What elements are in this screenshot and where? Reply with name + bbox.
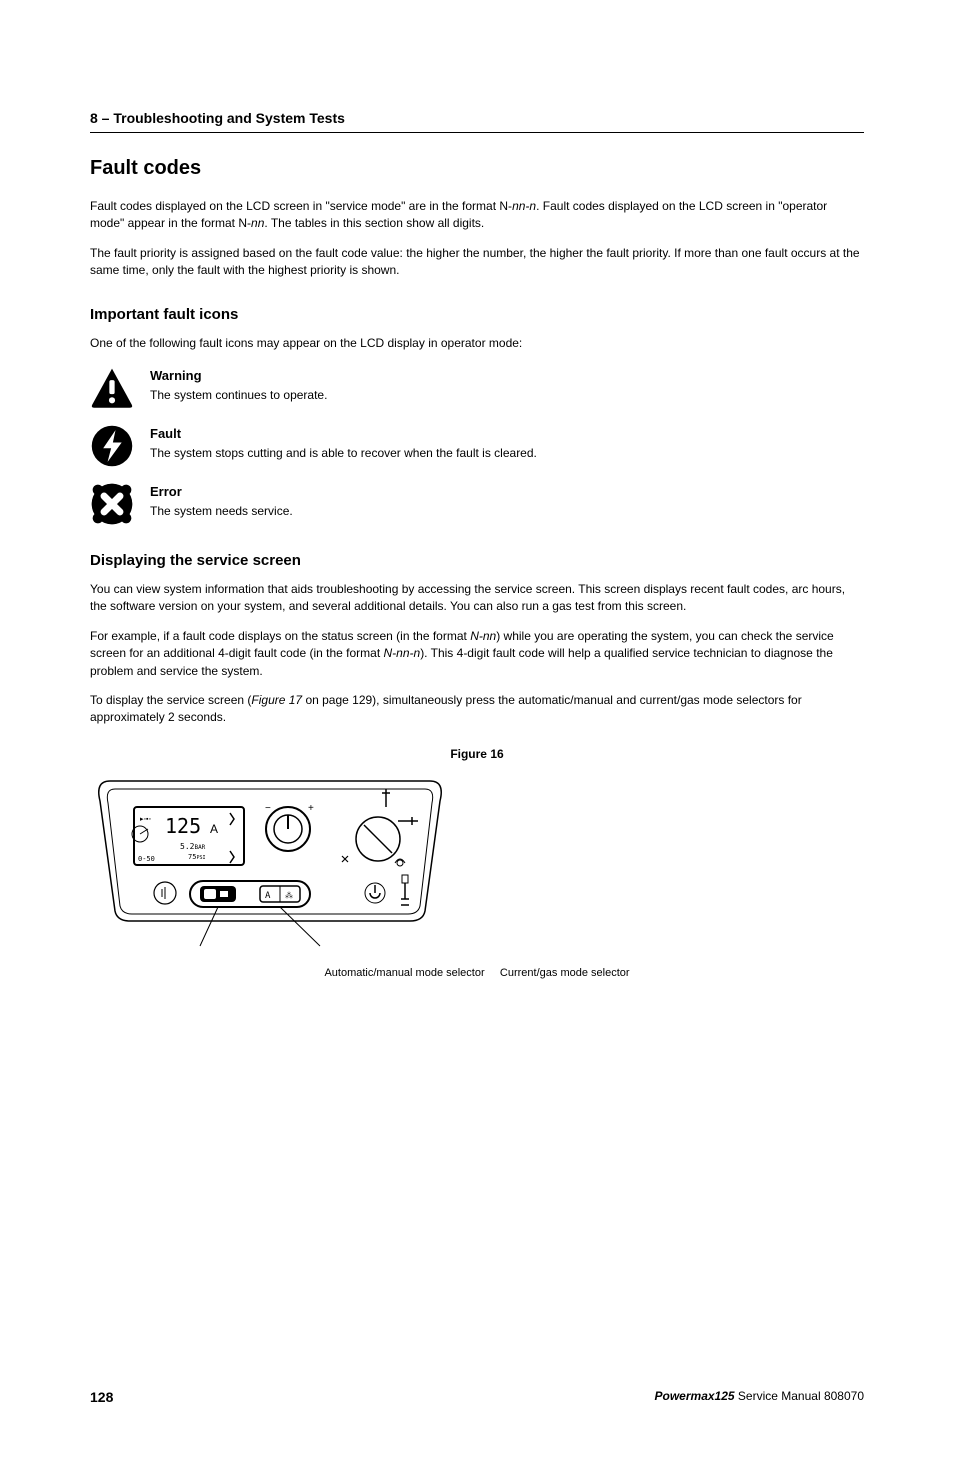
svg-text:A: A — [210, 822, 218, 836]
svg-text:▸◦▪◦: ▸◦▪◦ — [140, 816, 151, 823]
figure-caption: Figure 16 — [90, 747, 864, 761]
label-auto-manual: Automatic/manual mode selector — [324, 967, 484, 979]
warning-desc: The system continues to operate. — [150, 387, 864, 404]
svg-text:75PSI: 75PSI — [188, 853, 205, 861]
error-desc: The system needs service. — [150, 503, 864, 520]
text: . The tables in this section show all di… — [264, 216, 484, 230]
format-code: N-nn — [470, 629, 496, 643]
fault-title: Fault — [150, 426, 864, 441]
svg-text:125: 125 — [165, 814, 201, 838]
service-p2: For example, if a fault code displays on… — [90, 628, 864, 680]
format-code: nn-n — [512, 199, 536, 213]
manual-tail: Service Manual 808070 — [735, 1389, 864, 1403]
page-number: 128 — [90, 1389, 113, 1405]
icons-intro: One of the following fault icons may app… — [90, 335, 864, 352]
icon-entry-error: Error The system needs service. — [90, 482, 864, 526]
text: For example, if a fault code displays on… — [90, 629, 470, 643]
service-p1: You can view system information that aid… — [90, 581, 864, 616]
svg-text:A: A — [265, 891, 271, 901]
svg-text:5.2BAR: 5.2BAR — [180, 842, 206, 851]
text: To display the service screen ( — [90, 693, 251, 707]
text: Fault codes displayed on the LCD screen … — [90, 199, 512, 213]
label-current-gas: Current/gas mode selector — [500, 967, 630, 979]
error-icon — [90, 482, 134, 526]
format-code: N-nn-n — [384, 646, 421, 660]
intro-paragraph-2: The fault priority is assigned based on … — [90, 245, 864, 280]
icon-entry-fault: Fault The system stops cutting and is ab… — [90, 424, 864, 468]
page-footer: 128 Powermax125 Service Manual 808070 — [90, 1389, 864, 1405]
section-header: 8 – Troubleshooting and System Tests — [90, 110, 864, 133]
intro-paragraph-1: Fault codes displayed on the LCD screen … — [90, 198, 864, 233]
error-title: Error — [150, 484, 864, 499]
manual-id: Powermax125 Service Manual 808070 — [655, 1389, 864, 1405]
icon-entry-warning: Warning The system continues to operate. — [90, 366, 864, 410]
page-title: Fault codes — [90, 157, 864, 180]
product-name: Powermax125 — [655, 1389, 735, 1403]
figure-labels: Automatic/manual mode selector Current/g… — [90, 967, 864, 979]
service-p3: To display the service screen (Figure 17… — [90, 692, 864, 727]
fault-icon — [90, 424, 134, 468]
svg-text:+: + — [308, 803, 314, 814]
figure-16: Figure 16 ▸◦▪◦ 125 A 5.2BAR 75PSI 0-50 −… — [90, 747, 864, 979]
heading-fault-icons: Important fault icons — [90, 306, 864, 323]
control-panel-illustration: ▸◦▪◦ 125 A 5.2BAR 75PSI 0-50 − + — [90, 771, 450, 961]
figure-ref: Figure 17 — [251, 693, 302, 707]
svg-text:−: − — [265, 803, 271, 814]
fault-desc: The system stops cutting and is able to … — [150, 445, 864, 462]
format-code: nn — [251, 216, 264, 230]
svg-text:⁂: ⁂ — [285, 891, 293, 900]
svg-text:0-50: 0-50 — [138, 855, 155, 863]
warning-title: Warning — [150, 368, 864, 383]
heading-service-screen: Displaying the service screen — [90, 552, 864, 569]
warning-icon — [90, 366, 134, 410]
